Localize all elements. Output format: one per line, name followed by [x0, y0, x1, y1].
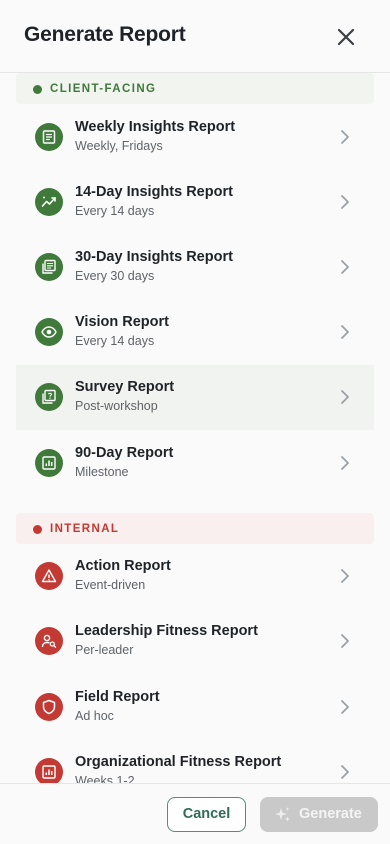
report-frequency: Milestone — [75, 465, 129, 479]
survey-icon — [35, 383, 63, 411]
report-frequency: Every 30 days — [75, 269, 155, 283]
report-item-vision[interactable]: Vision Report Every 14 days — [16, 300, 374, 365]
report-frequency: Every 14 days — [75, 334, 155, 348]
chevron-right-icon — [339, 129, 351, 145]
section-header-client-facing: CLIENT-FACING — [16, 73, 374, 104]
chevron-right-icon — [339, 633, 351, 649]
report-item-30-day-insights[interactable]: 30-Day Insights Report Every 30 days — [16, 235, 374, 300]
report-item-action[interactable]: Action Report Event-driven — [16, 544, 374, 609]
report-name: Vision Report — [75, 314, 169, 330]
generate-label: Generate — [299, 806, 362, 822]
chevron-right-icon — [339, 324, 351, 340]
internal-dot-icon — [33, 525, 42, 534]
report-name: Leadership Fitness Report — [75, 623, 258, 639]
eye-icon — [35, 318, 63, 346]
chevron-right-icon — [339, 568, 351, 584]
report-item-field[interactable]: Field Report Ad hoc — [16, 675, 374, 740]
report-frequency: Post-workshop — [75, 399, 158, 413]
generate-button[interactable]: Generate — [260, 797, 378, 832]
report-name: Field Report — [75, 689, 160, 705]
cancel-button[interactable]: Cancel — [167, 797, 246, 832]
bar-chart-icon — [35, 758, 63, 783]
report-frequency: Weekly, Fridays — [75, 139, 163, 153]
document-icon — [35, 123, 63, 151]
report-item-survey[interactable]: Survey Report Post-workshop — [16, 365, 374, 430]
warning-icon — [35, 562, 63, 590]
report-frequency: Per-leader — [75, 643, 134, 657]
chevron-right-icon — [339, 389, 351, 405]
close-icon — [337, 28, 355, 46]
report-name: Organizational Fitness Report — [75, 754, 282, 770]
generate-report-sheet: Generate Report CLIENT-FACING Weekly Ins… — [0, 0, 390, 844]
report-name: Weekly Insights Report — [75, 119, 236, 135]
section-label: INTERNAL — [50, 523, 120, 535]
section-header-internal: INTERNAL — [16, 513, 374, 544]
section-label: CLIENT-FACING — [50, 83, 157, 95]
chevron-right-icon — [339, 194, 351, 210]
sheet-footer: Cancel Generate — [0, 783, 390, 844]
report-item-leadership-fitness[interactable]: Leadership Fitness Report Per-leader — [16, 609, 374, 674]
report-item-14-day-insights[interactable]: 14-Day Insights Report Every 14 days — [16, 170, 374, 235]
close-button[interactable] — [333, 24, 359, 50]
report-name: Action Report — [75, 558, 171, 574]
person-search-icon — [35, 627, 63, 655]
bar-chart-icon — [35, 449, 63, 477]
page-title: Generate Report — [24, 23, 186, 46]
chevron-right-icon — [339, 699, 351, 715]
report-item-organizational-fitness[interactable]: Organizational Fitness Report Weeks 1-2 — [16, 740, 374, 783]
report-frequency: Event-driven — [75, 578, 146, 592]
client-dot-icon — [33, 85, 42, 94]
report-frequency: Every 14 days — [75, 204, 155, 218]
pages-icon — [35, 253, 63, 281]
trend-icon — [35, 188, 63, 216]
report-item-90-day[interactable]: 90-Day Report Milestone — [16, 431, 374, 496]
report-frequency: Weeks 1-2 — [75, 774, 135, 783]
chevron-right-icon — [339, 455, 351, 471]
report-name: 14-Day Insights Report — [75, 184, 233, 200]
report-name: 90-Day Report — [75, 445, 174, 461]
sheet-header: Generate Report — [0, 0, 390, 73]
chevron-right-icon — [339, 259, 351, 275]
report-item-weekly-insights[interactable]: Weekly Insights Report Weekly, Fridays — [16, 105, 374, 170]
report-name: Survey Report — [75, 379, 175, 395]
report-name: 30-Day Insights Report — [75, 249, 233, 265]
report-frequency: Ad hoc — [75, 709, 114, 723]
shield-icon — [35, 693, 63, 721]
report-list[interactable]: CLIENT-FACING Weekly Insights Report Wee… — [0, 73, 390, 783]
sparkle-icon — [275, 807, 290, 822]
chevron-right-icon — [339, 764, 351, 780]
